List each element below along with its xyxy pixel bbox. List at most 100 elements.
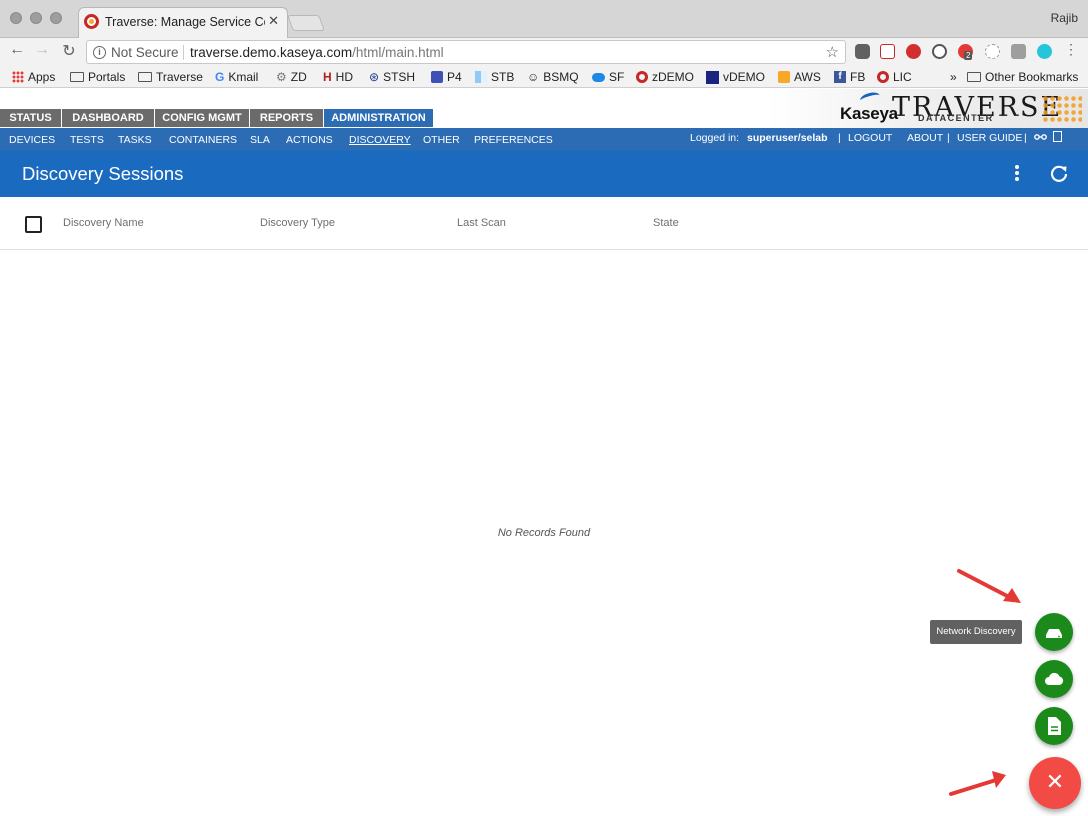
subnav-devices[interactable]: DEVICES bbox=[9, 134, 55, 146]
subnav-preferences[interactable]: PREFERENCES bbox=[474, 134, 553, 146]
minimize-window-button[interactable] bbox=[30, 12, 42, 24]
zoom-window-button[interactable] bbox=[50, 12, 62, 24]
bookmark-zd[interactable]: ⚙ ZD bbox=[276, 69, 307, 85]
bookmark-label: P4 bbox=[447, 70, 462, 84]
info-icon[interactable]: i bbox=[93, 46, 106, 59]
bookmark-apps[interactable]: Apps bbox=[12, 69, 55, 85]
extension-badge-icon[interactable]: 2 bbox=[958, 44, 973, 60]
document-icon[interactable] bbox=[1053, 131, 1062, 142]
onepassword-extension-icon[interactable] bbox=[932, 44, 947, 59]
network-discovery-button[interactable] bbox=[1035, 613, 1073, 651]
traverse-favicon-icon bbox=[84, 14, 99, 29]
bookmark-label: FB bbox=[850, 70, 866, 84]
gmail-extension-icon[interactable] bbox=[880, 44, 895, 59]
address-bar[interactable]: i Not Secure traverse.demo.kaseya.com/ht… bbox=[86, 40, 846, 64]
column-header-state[interactable]: State bbox=[653, 217, 679, 229]
url-text[interactable]: traverse.demo.kaseya.com/html/main.html bbox=[190, 45, 444, 60]
forward-arrow-icon[interactable]: → bbox=[33, 41, 51, 59]
separator: | bbox=[838, 132, 841, 144]
bookmark-stsh[interactable]: ⊛ STSH bbox=[369, 69, 415, 85]
bookmark-label: Portals bbox=[88, 70, 126, 84]
user-guide-link[interactable]: USER GUIDE bbox=[957, 132, 1022, 144]
back-arrow-icon[interactable]: ← bbox=[8, 41, 26, 59]
subnav-tests[interactable]: TESTS bbox=[70, 134, 104, 146]
bookmark-label: Other Bookmarks bbox=[985, 70, 1079, 84]
traverse-icon bbox=[636, 71, 648, 83]
about-link[interactable]: ABOUT bbox=[907, 132, 943, 144]
bookmark-bsmq[interactable]: ☺ BSMQ bbox=[527, 69, 579, 85]
apps-grid-icon bbox=[12, 71, 24, 83]
app-header: STATUS DASHBOARD CONFIG MGMT REPORTS ADM… bbox=[0, 89, 1088, 128]
subnav-tasks[interactable]: TASKS bbox=[118, 134, 152, 146]
tab-administration[interactable]: ADMINISTRATION bbox=[324, 109, 434, 127]
browser-tab-active[interactable]: Traverse: Manage Service Con ✕ bbox=[78, 7, 288, 38]
document-icon bbox=[1048, 717, 1061, 735]
close-window-button[interactable] bbox=[10, 12, 22, 24]
aws-icon bbox=[778, 71, 790, 83]
tab-config-mgmt[interactable]: CONFIG MGMT bbox=[155, 109, 250, 127]
bookmark-label: Traverse bbox=[156, 70, 203, 84]
new-tab-button[interactable] bbox=[287, 15, 325, 31]
security-label[interactable]: Not Secure bbox=[111, 45, 179, 60]
bookmark-kmail[interactable]: G Kmail bbox=[215, 69, 258, 85]
subnav-actions[interactable]: ACTIONS bbox=[286, 134, 333, 146]
bookmark-star-icon[interactable]: ☆ bbox=[826, 43, 839, 61]
pocket-extension-icon[interactable] bbox=[855, 44, 870, 59]
datacenter-logo-text: DATACENTER bbox=[918, 113, 994, 123]
separator: | bbox=[1024, 132, 1027, 144]
traverse-dots-icon bbox=[1042, 95, 1082, 123]
logout-link[interactable]: LOGOUT bbox=[848, 132, 892, 144]
bookmark-lic[interactable]: LIC bbox=[877, 69, 912, 85]
close-icon: ✕ bbox=[1045, 769, 1065, 794]
bookmarks-overflow-chevron[interactable]: » bbox=[950, 69, 957, 85]
adblock-extension-icon[interactable] bbox=[906, 44, 921, 59]
close-fab-button[interactable]: ✕ bbox=[1029, 757, 1081, 809]
bookmark-portals[interactable]: Portals bbox=[70, 69, 125, 85]
subnav-containers[interactable]: CONTAINERS bbox=[169, 134, 237, 146]
bookmark-label: zDEMO bbox=[652, 70, 694, 84]
bookmark-label: AWS bbox=[794, 70, 821, 84]
tab-status[interactable]: STATUS bbox=[0, 109, 62, 127]
column-header-discovery-name[interactable]: Discovery Name bbox=[63, 217, 144, 229]
bookmark-other[interactable]: Other Bookmarks bbox=[967, 69, 1078, 85]
tab-dashboard[interactable]: DASHBOARD bbox=[62, 109, 155, 127]
folder-icon bbox=[967, 72, 981, 82]
bookmark-aws[interactable]: AWS bbox=[778, 69, 821, 85]
refresh-icon[interactable] bbox=[1050, 165, 1068, 183]
subnav-sla[interactable]: SLA bbox=[250, 134, 270, 146]
screen: Traverse: Manage Service Con ✕ Rajib ← →… bbox=[0, 0, 1088, 816]
subnav-other[interactable]: OTHER bbox=[423, 134, 460, 146]
bookmark-p4[interactable]: P4 bbox=[431, 69, 462, 85]
more-options-icon[interactable] bbox=[1013, 165, 1021, 183]
bookmark-sf[interactable]: SF bbox=[592, 69, 624, 85]
google-icon: G bbox=[215, 70, 225, 84]
network-device-icon bbox=[1046, 629, 1062, 638]
tab-close-icon[interactable]: ✕ bbox=[268, 13, 279, 29]
bookmark-hd[interactable]: H HD bbox=[323, 69, 353, 85]
chrome-menu-icon[interactable]: ⋮ bbox=[1062, 41, 1080, 58]
profile-name[interactable]: Rajib bbox=[1051, 11, 1078, 25]
bookmark-fb[interactable]: f FB bbox=[834, 69, 865, 85]
reload-icon[interactable]: ↻ bbox=[60, 41, 78, 61]
bookmark-stb[interactable]: STB bbox=[475, 69, 514, 85]
bookmark-vdemo[interactable]: vDEMO bbox=[706, 69, 765, 85]
m-extension-icon[interactable] bbox=[1037, 44, 1052, 59]
bookmark-label: BSMQ bbox=[543, 70, 579, 84]
bookmark-traverse[interactable]: Traverse bbox=[138, 69, 203, 85]
empty-state-message: No Records Found bbox=[497, 527, 591, 539]
window-extension-icon[interactable] bbox=[1011, 44, 1026, 59]
column-header-discovery-type[interactable]: Discovery Type bbox=[260, 217, 335, 229]
folder-icon bbox=[70, 72, 84, 82]
subnav-discovery[interactable]: DISCOVERY bbox=[349, 134, 411, 146]
tab-reports[interactable]: REPORTS bbox=[250, 109, 324, 127]
bookmark-label: ZD bbox=[290, 70, 307, 84]
snowflake-extension-icon[interactable] bbox=[985, 44, 1000, 59]
column-header-last-scan[interactable]: Last Scan bbox=[457, 217, 506, 229]
bookmark-zdemo[interactable]: zDEMO bbox=[636, 69, 694, 85]
import-discovery-button[interactable] bbox=[1035, 707, 1073, 745]
extension-badge-count: 2 bbox=[964, 51, 973, 60]
select-all-checkbox[interactable] bbox=[25, 216, 42, 233]
key-icon[interactable] bbox=[1034, 133, 1048, 141]
cloud-discovery-button[interactable] bbox=[1035, 660, 1073, 698]
bookmark-label: STSH bbox=[383, 70, 416, 84]
